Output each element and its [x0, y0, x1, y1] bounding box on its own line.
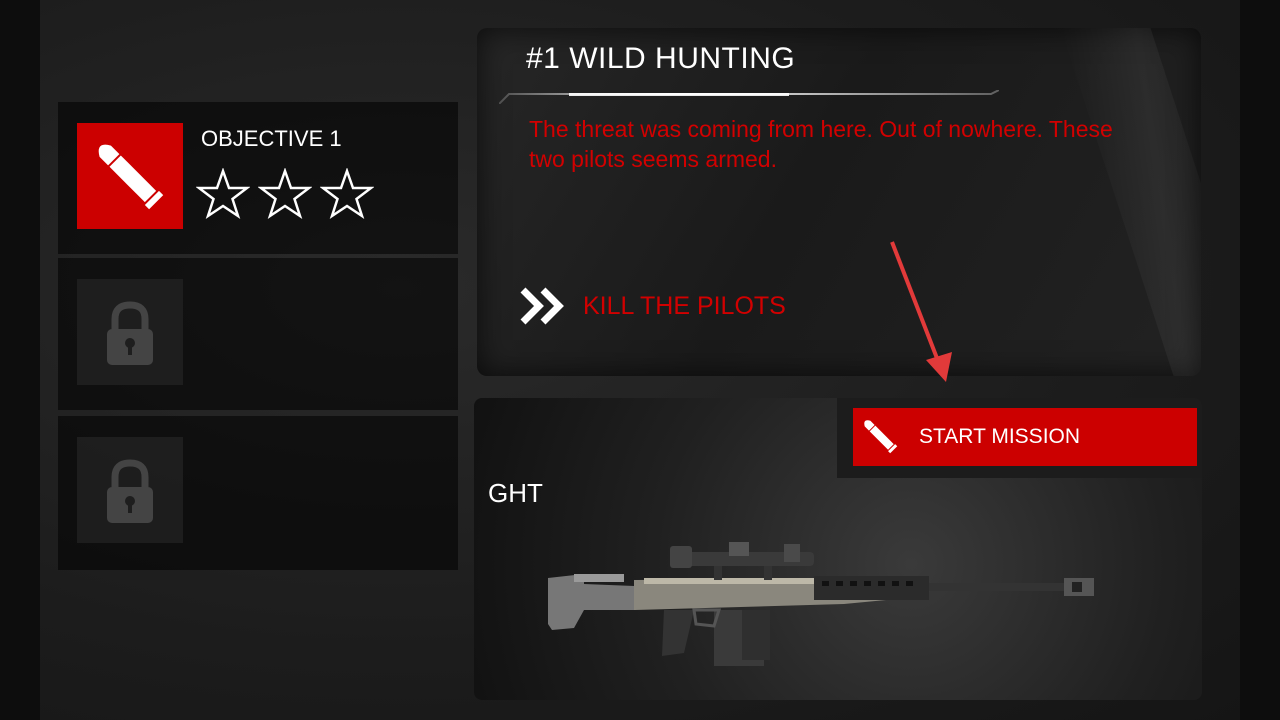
title-divider — [499, 90, 999, 104]
task-label: KILL THE PILOTS — [583, 291, 786, 320]
start-mission-label: START MISSION — [919, 425, 1081, 448]
start-mission-button[interactable]: START MISSION — [853, 408, 1197, 466]
objective-card-1[interactable]: OBJECTIVE 1 — [58, 102, 458, 254]
mission-task: KILL THE PILOTS — [519, 286, 786, 326]
panel-shine — [1060, 28, 1201, 376]
sniper-rifle-image — [548, 542, 1094, 666]
objective-title: OBJECTIVE 1 — [201, 126, 342, 151]
star-rating — [196, 168, 374, 222]
mission-description: The threat was coming from here. Out of … — [529, 116, 1113, 172]
annotation-arrow-icon — [890, 241, 952, 382]
weapon-name: GHT — [488, 478, 543, 508]
star-icon — [320, 168, 374, 220]
objective-card-3-locked — [58, 416, 458, 570]
mission-title: #1 WILD HUNTING — [526, 42, 796, 75]
objective-card-2-locked — [58, 258, 458, 410]
bullet-icon — [864, 420, 898, 454]
lock-icon — [107, 301, 153, 365]
objective-icon — [77, 123, 183, 229]
lock-icon — [107, 459, 153, 523]
star-icon — [258, 168, 312, 220]
mission-briefing-panel: #1 WILD HUNTING The threat was coming fr… — [477, 28, 1201, 376]
bullet-icon — [98, 144, 164, 210]
objective-icon — [77, 437, 183, 543]
objective-icon — [77, 279, 183, 385]
double-chevron-icon — [520, 287, 564, 325]
star-icon — [196, 168, 250, 220]
